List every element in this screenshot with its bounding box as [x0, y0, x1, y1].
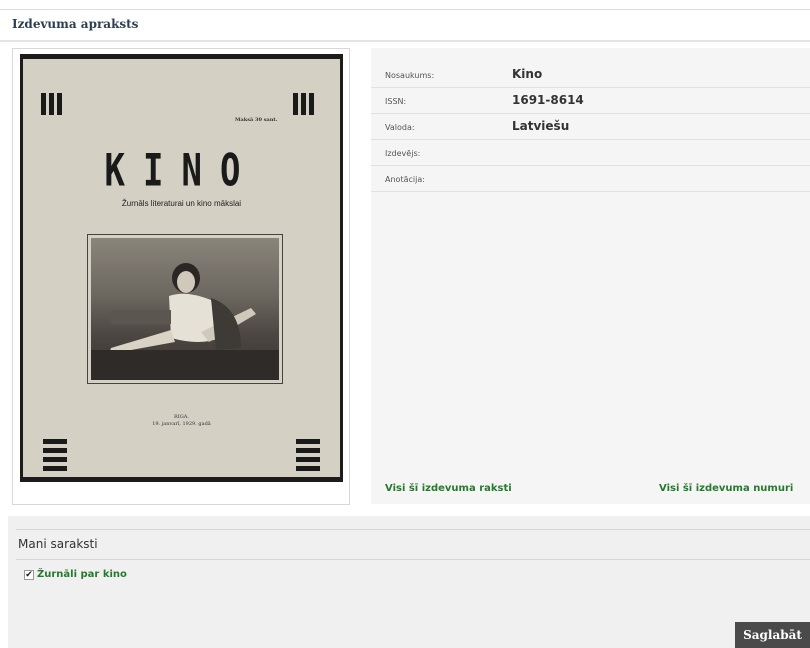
detail-row-publisher: Izdevējs: [371, 140, 810, 166]
list-item[interactable]: ✔ Žurnāli par kino [24, 569, 127, 580]
decor-hbars-right [296, 439, 320, 471]
cover-image-frame: Maksā 30 sant. KINO Žurnāls literaturai … [12, 48, 350, 505]
cover-photo [91, 238, 279, 380]
cover-page: Maksā 30 sant. KINO Žurnāls literaturai … [23, 59, 340, 477]
cover-photo-frame [87, 234, 283, 384]
list-checkbox[interactable]: ✔ [24, 569, 34, 580]
cover-image[interactable]: Maksā 30 sant. KINO Žurnāls literaturai … [20, 54, 343, 482]
list-item-label[interactable]: Žurnāli par kino [37, 569, 127, 580]
title-divider [0, 40, 810, 42]
all-articles-link[interactable]: Visi šī izdevuma raksti [385, 483, 512, 494]
cover-subtitle: Žurnāls literaturai un kino mākslai [121, 199, 242, 208]
decor-hbars-left [43, 439, 67, 471]
detail-value: 1691-8614 [512, 93, 584, 107]
detail-row-annotation: Anotācija: [371, 166, 810, 192]
detail-row-title: Nosaukums: Kino [371, 62, 810, 88]
decor-bars-left [41, 93, 62, 115]
my-lists-section: Mani saraksti ✔ Žurnāli par kino Saglabā… [8, 516, 810, 648]
detail-value: Latviešu [512, 119, 570, 133]
my-lists-title: Mani saraksti [18, 537, 98, 551]
section-title: Izdevuma apraksts [12, 17, 139, 31]
detail-value: Kino [512, 67, 543, 81]
detail-row-language: Valoda: Latviešu [371, 114, 810, 140]
cover-price: Maksā 30 sant. [235, 117, 278, 123]
all-issues-link[interactable]: Visi šī izdevuma numuri [659, 483, 793, 494]
detail-label: ISSN: [385, 97, 407, 106]
decor-bars-right [293, 93, 314, 115]
lists-top-divider [16, 529, 810, 530]
top-divider [0, 9, 810, 10]
detail-label: Valoda: [385, 123, 415, 132]
cover-place-date: RIGA. 19. janvarī, 1929. gadā [152, 414, 211, 427]
cover-masthead: KINO [104, 145, 259, 197]
detail-row-issn: ISSN: 1691-8614 [371, 88, 810, 114]
lists-divider [16, 559, 810, 560]
detail-label: Anotācija: [385, 175, 425, 184]
detail-label: Izdevējs: [385, 149, 421, 158]
detail-label: Nosaukums: [385, 71, 435, 80]
details-panel: Nosaukums: Kino ISSN: 1691-8614 Valoda: … [371, 48, 810, 504]
save-button[interactable]: Saglabāt [735, 622, 810, 648]
